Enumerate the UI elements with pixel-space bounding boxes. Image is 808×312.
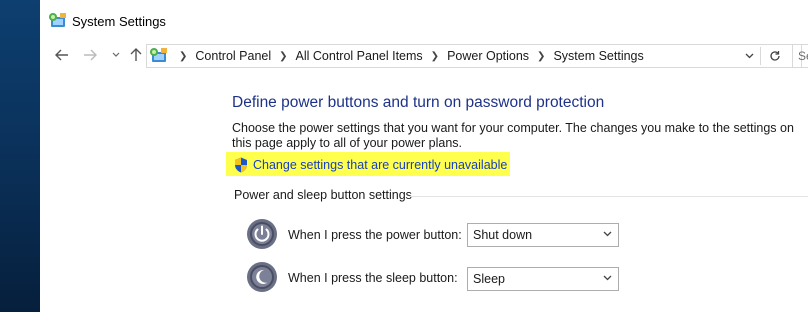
title-bar: System Settings xyxy=(40,0,808,42)
page-description: Choose the power settings that you want … xyxy=(232,121,794,150)
desktop-background xyxy=(0,0,40,312)
breadcrumb-separator-icon[interactable]: ❯ xyxy=(431,51,439,62)
refresh-icon[interactable] xyxy=(765,45,785,67)
breadcrumb-all-control-panel-items[interactable]: All Control Panel Items xyxy=(296,49,423,63)
breadcrumb-separator-icon[interactable]: ❯ xyxy=(537,51,545,62)
window-title: System Settings xyxy=(72,14,166,29)
change-settings-link[interactable]: Change settings that are currently unava… xyxy=(253,158,507,172)
power-button-select[interactable]: Shut down xyxy=(467,223,619,247)
address-bar[interactable]: ❯ Control Panel ❯ All Control Panel Item… xyxy=(146,44,802,68)
page-title: Define power buttons and turn on passwor… xyxy=(232,94,605,111)
group-divider xyxy=(410,196,808,197)
back-arrow-icon[interactable] xyxy=(52,44,72,66)
forward-arrow-icon[interactable] xyxy=(80,44,100,66)
address-divider xyxy=(760,47,761,65)
group-label: Power and sleep button settings xyxy=(234,188,412,202)
sleep-button-icon xyxy=(247,262,277,292)
sleep-button-label: When I press the sleep button: xyxy=(288,271,458,285)
sleep-button-select[interactable]: Sleep xyxy=(467,267,619,291)
system-settings-window: System Settings ❯ Control Panel ❯ All Co… xyxy=(40,0,808,312)
main-content: Define power buttons and turn on passwor… xyxy=(40,72,808,312)
search-input[interactable]: Se xyxy=(792,44,808,68)
breadcrumb-system-settings[interactable]: System Settings xyxy=(553,49,643,63)
breadcrumb-separator-icon[interactable]: ❯ xyxy=(179,51,187,62)
control-panel-icon xyxy=(49,13,66,27)
power-button-select-value: Shut down xyxy=(473,228,533,242)
uac-shield-icon xyxy=(235,157,247,173)
chevron-down-icon xyxy=(603,273,612,283)
recent-locations-chevron-icon[interactable] xyxy=(106,44,126,66)
address-dropdown-chevron-icon[interactable] xyxy=(741,45,757,67)
breadcrumb: ❯ Control Panel ❯ All Control Panel Item… xyxy=(171,45,644,67)
power-button-icon xyxy=(247,219,277,249)
chevron-down-icon xyxy=(603,229,612,239)
navigation-bar: ❯ Control Panel ❯ All Control Panel Item… xyxy=(40,42,808,70)
breadcrumb-power-options[interactable]: Power Options xyxy=(447,49,529,63)
power-button-label: When I press the power button: xyxy=(288,228,462,242)
up-arrow-icon[interactable] xyxy=(126,44,146,66)
breadcrumb-separator-icon[interactable]: ❯ xyxy=(279,51,287,62)
breadcrumb-control-panel[interactable]: Control Panel xyxy=(195,49,271,63)
sleep-button-select-value: Sleep xyxy=(473,272,505,286)
control-panel-icon xyxy=(150,48,167,62)
